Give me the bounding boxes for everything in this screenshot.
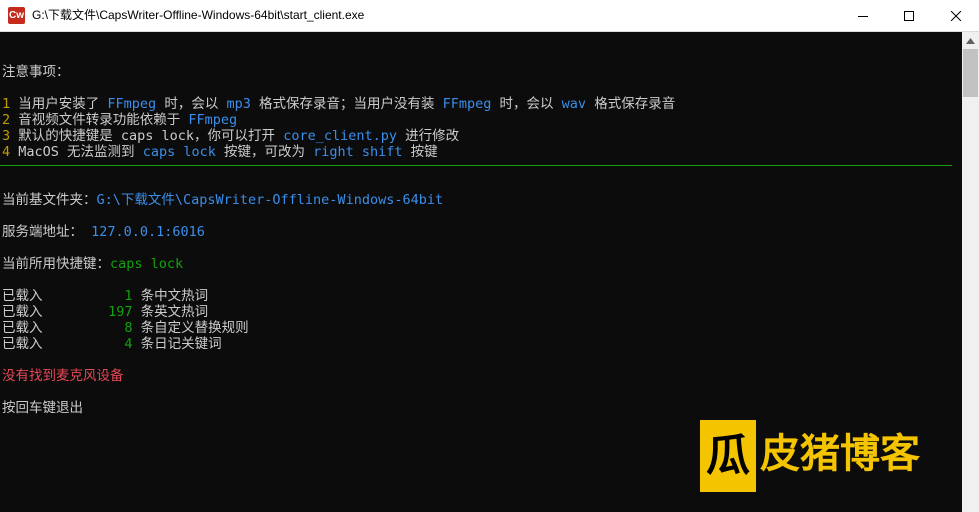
note-text: 进行修改 (396, 128, 460, 144)
loaded-prefix: 已载入 (2, 336, 43, 352)
maximize-button[interactable] (886, 0, 932, 31)
maximize-icon (904, 10, 914, 21)
loaded-count: 4 (124, 336, 133, 352)
server-address: 127.0.0.1:6016 (83, 224, 205, 240)
note-highlight: mp3 (226, 96, 251, 112)
minimize-icon (858, 15, 868, 17)
app-icon[interactable]: Cw (8, 7, 25, 24)
loaded-count: 197 (108, 304, 133, 320)
note-text: 时，会以 (156, 96, 227, 112)
note-text: 按键，可改为 (215, 144, 314, 160)
loaded-desc: 条自定义替换规则 (132, 320, 249, 336)
loaded-prefix: 已载入 (2, 320, 43, 336)
loaded-desc: 条英文热词 (132, 304, 209, 320)
note-highlight: core_client.py (283, 128, 397, 144)
loaded-desc: 条中文热词 (132, 288, 209, 304)
loaded-count: 1 (124, 288, 133, 304)
note-number: 3 (2, 128, 11, 144)
hotkey-line: 当前所用快捷键：caps lock (2, 256, 183, 272)
server-label: 服务端地址： (2, 224, 83, 240)
note-highlight: wav (561, 96, 587, 112)
loaded-desc: 条日记关键词 (132, 336, 222, 352)
note-text: 时，会以 (491, 96, 562, 112)
close-icon (951, 10, 961, 21)
exit-prompt: 按回车键退出 (2, 400, 83, 416)
note-text: 按键 (402, 144, 438, 160)
note-line-1: 1 当用户安装了 FFmpeg 时，会以 mp3 格式保存录音；当用户没有装 F… (2, 96, 675, 112)
loaded-count: 8 (124, 320, 133, 336)
loaded-line: 已载入 4 条日记关键词 (2, 336, 222, 352)
separator-line (0, 165, 952, 166)
hotkey-label: 当前所用快捷键： (2, 256, 110, 272)
note-line-3: 3 默认的快捷键是 caps lock，你可以打开 core_client.py… (2, 128, 459, 144)
close-button[interactable] (933, 0, 979, 31)
window-title: G:\下载文件\CapsWriter-Offline-Windows-64bit… (32, 8, 365, 22)
note-number: 1 (2, 96, 11, 112)
loaded-prefix: 已载入 (2, 288, 43, 304)
note-text: 格式保存录音 (586, 96, 676, 112)
note-highlight: right shift (313, 144, 403, 160)
error-message: 没有找到麦克风设备 (2, 368, 124, 384)
note-text: 格式保存录音；当用户没有装 (250, 96, 443, 112)
title-bar[interactable]: Cw G:\下载文件\CapsWriter-Offline-Windows-64… (0, 0, 979, 32)
note-text: 音视频文件转录功能依赖于 (18, 112, 189, 128)
minimize-button[interactable] (840, 0, 886, 31)
note-highlight: FFmpeg (107, 96, 157, 112)
note-text: 默认的快捷键是 caps lock，你可以打开 (18, 128, 284, 144)
loaded-prefix: 已载入 (2, 304, 43, 320)
note-line-2: 2 音视频文件转录功能依赖于 FFmpeg (2, 112, 237, 128)
note-highlight: caps lock (142, 144, 216, 160)
note-highlight: FFmpeg (188, 112, 238, 128)
note-text: 当用户安装了 (18, 96, 108, 112)
server-line: 服务端地址： 127.0.0.1:6016 (2, 224, 205, 240)
note-highlight: FFmpeg (442, 96, 492, 112)
loaded-line: 已载入 197 条英文热词 (2, 304, 208, 320)
scroll-up-arrow-icon (966, 37, 975, 44)
watermark-text: 皮猪博客 (760, 431, 920, 477)
scroll-up-button[interactable] (962, 32, 979, 49)
base-folder-label: 当前基文件夹： (2, 192, 97, 208)
console-window: Cw G:\下载文件\CapsWriter-Offline-Windows-64… (0, 0, 979, 512)
watermark-logo: 瓜 皮猪博客 (700, 420, 932, 492)
scroll-thumb[interactable] (963, 49, 978, 97)
note-line-4: 4 MacOS 无法监测到 caps lock 按键，可改为 right shi… (2, 144, 438, 160)
notice-header: 注意事项： (2, 64, 70, 80)
loaded-line: 已载入 8 条自定义替换规则 (2, 320, 249, 336)
base-folder-value: G:\下载文件\CapsWriter-Offline-Windows-64bit (96, 192, 444, 208)
base-folder-line: 当前基文件夹：G:\下载文件\CapsWriter-Offline-Window… (2, 192, 443, 208)
note-number: 2 (2, 112, 11, 128)
hotkey-value: caps lock (110, 256, 184, 272)
note-text: MacOS 无法监测到 (18, 144, 143, 160)
note-number: 4 (2, 144, 11, 160)
loaded-line: 已载入 1 条中文热词 (2, 288, 208, 304)
vertical-scrollbar[interactable] (962, 32, 979, 512)
watermark-logo-mark: 瓜 (700, 420, 756, 492)
